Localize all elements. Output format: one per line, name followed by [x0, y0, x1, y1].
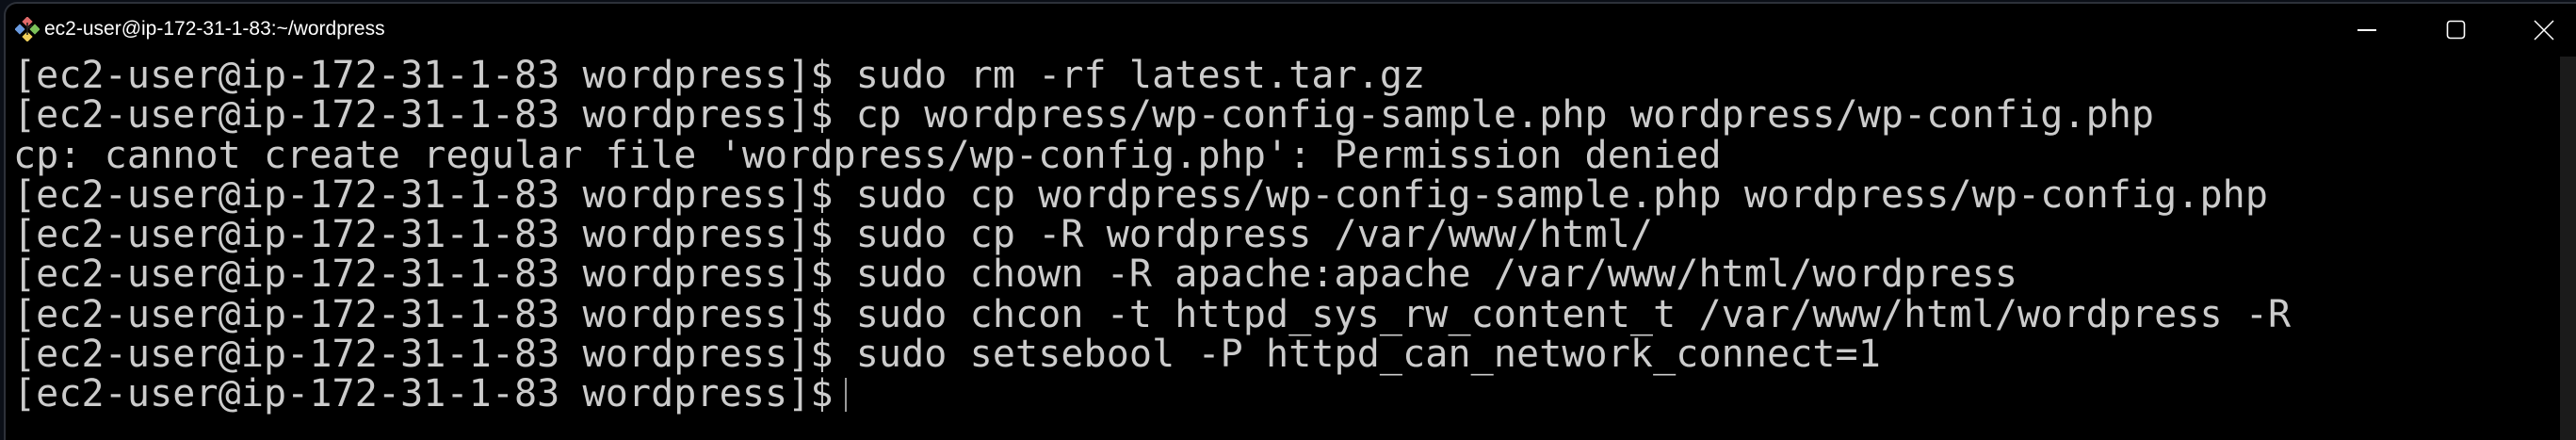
terminal-line: [ec2-user@ip-172-31-1-83 wordpress]$ sud…: [13, 213, 1654, 257]
terminal-line: [ec2-user@ip-172-31-1-83 wordpress]$ sud…: [13, 54, 1426, 97]
terminal-line: cp: cannot create regular file 'wordpres…: [13, 133, 1722, 177]
terminal-line: [ec2-user@ip-172-31-1-83 wordpress]$ cp …: [13, 93, 2155, 138]
terminal-line: [ec2-user@ip-172-31-1-83 wordpress]$ sud…: [13, 172, 2269, 217]
text-cursor: [844, 378, 847, 413]
close-icon: [2534, 20, 2554, 41]
maximize-icon: [2446, 20, 2466, 40]
close-button[interactable]: [2516, 11, 2572, 49]
minimize-button[interactable]: [2340, 11, 2396, 49]
terminal-line: [ec2-user@ip-172-31-1-83 wordpress]$ sud…: [13, 333, 1881, 377]
scrollbar[interactable]: [2560, 57, 2576, 440]
minimize-icon: [2357, 29, 2376, 31]
title-bar[interactable]: ec2-user@ip-172-31-1-83:~/wordpress: [6, 4, 2576, 57]
prompt-line[interactable]: [ec2-user@ip-172-31-1-83 wordpress]$: [13, 372, 2557, 416]
maximize-button[interactable]: [2428, 11, 2485, 49]
terminal-line: [ec2-user@ip-172-31-1-83 wordpress]$ sud…: [13, 253, 2018, 297]
terminal-line: [ec2-user@ip-172-31-1-83 wordpress]$ sud…: [13, 292, 2292, 336]
git-bash-diamond-icon: [15, 17, 40, 41]
terminal-window: ec2-user@ip-172-31-1-83:~/wordpress [ec2…: [4, 2, 2576, 440]
window-title: ec2-user@ip-172-31-1-83:~/wordpress: [44, 18, 385, 40]
prompt: [ec2-user@ip-172-31-1-83 wordpress]$: [13, 372, 834, 416]
terminal-output[interactable]: [ec2-user@ip-172-31-1-83 wordpress]$ sud…: [13, 56, 2557, 415]
